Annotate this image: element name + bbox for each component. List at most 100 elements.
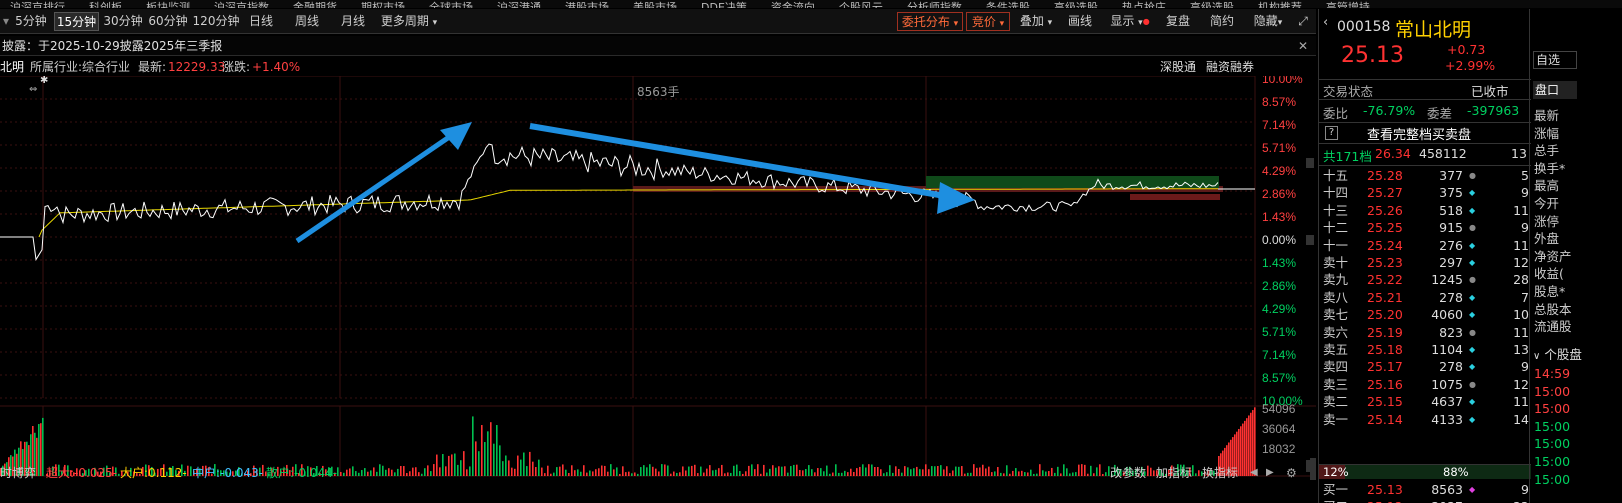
auction-label: 竞价 bbox=[971, 15, 996, 29]
overlay-button[interactable]: 叠加 ▾ bbox=[1014, 12, 1058, 31]
bid-price: 25.12 bbox=[1367, 498, 1403, 503]
top-menu-item[interactable]: 期权市场 bbox=[351, 2, 419, 8]
ask-volume: 823 bbox=[1439, 324, 1463, 340]
bid-volume: 3037 bbox=[1431, 498, 1463, 503]
change-params-button[interactable]: 改参数 bbox=[1110, 464, 1146, 482]
ask-row[interactable]: 卖四 25.17 278 ◆ 9 bbox=[1319, 358, 1529, 375]
period-30min[interactable]: 30分钟 bbox=[101, 12, 145, 31]
help-icon[interactable]: ? bbox=[1325, 126, 1338, 140]
ask-count: 10 bbox=[1513, 307, 1529, 323]
simple-button[interactable]: 简约 bbox=[1204, 12, 1240, 31]
ask-row[interactable]: 卖九 25.22 1245 ● 28 bbox=[1319, 271, 1529, 288]
top-menu-item[interactable]: 科创板 bbox=[79, 2, 136, 8]
price-line bbox=[0, 143, 1219, 261]
chevron-left-icon[interactable]: ◀ bbox=[1250, 464, 1258, 482]
chevron-left-icon[interactable]: ‹ bbox=[1323, 15, 1328, 30]
industry-value[interactable]: 综合行业 bbox=[82, 57, 130, 77]
ask-row[interactable]: 卖八 25.21 278 ◆ 7 bbox=[1319, 289, 1529, 306]
disclosure-bar: 披露：于2025-10-29披露2025年三季报 ✕ bbox=[0, 36, 1316, 56]
ask-volume: 278 bbox=[1439, 289, 1463, 305]
y-axis-label-down: 5.71% bbox=[1262, 325, 1296, 339]
hk-connect-link[interactable]: 深股通 bbox=[1160, 57, 1196, 77]
ask-marker-icon: ◆ bbox=[1469, 188, 1476, 198]
ask-row[interactable]: 十四 25.27 375 ◆ 9 bbox=[1319, 184, 1529, 201]
top-menu-item[interactable]: 分析师指数 bbox=[897, 2, 976, 8]
display-button[interactable]: 显示 ▾● bbox=[1104, 12, 1156, 31]
period-5min[interactable]: 5分钟 bbox=[12, 12, 50, 31]
ask-row[interactable]: 十二 25.25 915 ● 9 bbox=[1319, 219, 1529, 236]
top-menu-item[interactable]: 板块监测 bbox=[136, 2, 204, 8]
period-120min[interactable]: 120分钟 bbox=[191, 12, 241, 31]
ask-row[interactable]: 卖一 25.14 4133 ◆ 14 bbox=[1319, 411, 1529, 428]
top-menu-item[interactable]: 条件选股 bbox=[976, 2, 1044, 8]
order-distribution-button[interactable]: 委托分布 ▾ bbox=[897, 12, 963, 31]
close-icon[interactable]: ✕ bbox=[1298, 36, 1308, 56]
ask-volume: 278 bbox=[1439, 359, 1463, 375]
menu-caret-icon[interactable]: ▾ bbox=[2, 12, 10, 31]
top-menu-item[interactable]: 全球市场 bbox=[419, 2, 487, 8]
top-menu-item[interactable]: 高级选股 bbox=[1180, 2, 1248, 8]
disclosure-text[interactable]: 披露：于2025-10-29披露2025年三季报 bbox=[2, 39, 222, 53]
hide-button[interactable]: 隐藏▾ bbox=[1246, 12, 1290, 31]
top-menu-item[interactable]: 港股市场 bbox=[555, 2, 623, 8]
more-periods-button[interactable]: 更多周期 ▾ bbox=[376, 12, 442, 31]
stock-price: 25.13 bbox=[1341, 43, 1404, 68]
stock-short-name: 北明 bbox=[0, 60, 25, 74]
ask-count: 9 bbox=[1521, 220, 1529, 236]
scroll-mid-icon[interactable] bbox=[1306, 235, 1314, 245]
ask-row[interactable]: 卖七 25.20 4060 ◆ 10 bbox=[1319, 306, 1529, 323]
top-menu-item[interactable]: 金融期货 bbox=[283, 2, 351, 8]
top-menu-item[interactable]: 沪深港通 bbox=[487, 2, 555, 8]
ask-row[interactable]: 卖三 25.16 1075 ● 12 bbox=[1319, 376, 1529, 393]
ask-marker-icon: ◆ bbox=[1469, 397, 1476, 407]
notification-dot-icon: ● bbox=[1142, 17, 1150, 26]
y-axis-label-up: 0.00% bbox=[1262, 233, 1296, 247]
ask-row[interactable]: 卖十 25.23 297 ◆ 12 bbox=[1319, 254, 1529, 271]
ask-row[interactable]: 十三 25.26 518 ◆ 11 bbox=[1319, 202, 1529, 219]
scroll-up-icon[interactable] bbox=[1306, 158, 1314, 168]
intraday-chart[interactable]: ✱ ⇔ 8563手 10.00% 8.57% 7.14% 5.71% 4.29% 2.86… bbox=[0, 76, 1316, 503]
replay-button[interactable]: 复盘 bbox=[1160, 12, 1196, 31]
expand-icon[interactable]: ⤢ bbox=[1294, 12, 1312, 31]
margin-trading-link[interactable]: 融资融券 bbox=[1206, 57, 1254, 77]
top-menu-item[interactable]: 资金流向 bbox=[761, 2, 829, 8]
ask-level: 十四 bbox=[1323, 185, 1349, 201]
watchlist-tab[interactable]: 自选 bbox=[1533, 51, 1577, 69]
top-menu-item[interactable]: 高级选股 bbox=[1044, 2, 1112, 8]
top-menu-item[interactable]: 个股风云 bbox=[829, 2, 897, 8]
ask-row[interactable]: 十五 25.28 377 ● 5 bbox=[1319, 167, 1529, 184]
full-book-link[interactable]: 查看完整档买卖盘 bbox=[1367, 124, 1471, 143]
switch-indicator-button[interactable]: 换指标 bbox=[1202, 464, 1238, 482]
ask-row[interactable]: 卖五 25.18 1104 ◆ 13 bbox=[1319, 341, 1529, 358]
top-menu-item[interactable]: 美股市场 bbox=[623, 2, 691, 8]
bid-row[interactable]: 买二 25.12 3037 ◆ 22 bbox=[1319, 498, 1529, 503]
volume-axis-label: 36064 bbox=[1262, 422, 1296, 436]
collapse-handle[interactable] bbox=[1310, 458, 1316, 480]
period-daily[interactable]: 日线 bbox=[244, 12, 278, 31]
top-menu-item[interactable]: 沪深京排行 bbox=[0, 2, 79, 8]
top-menu-item[interactable]: 高管增持 bbox=[1316, 2, 1384, 8]
period-60min[interactable]: 60分钟 bbox=[146, 12, 190, 31]
ask-row[interactable]: 卖二 25.15 4637 ◆ 11 bbox=[1319, 393, 1529, 410]
ask-volume: 1104 bbox=[1431, 342, 1463, 357]
top-menu-item[interactable]: 沪深京指数 bbox=[204, 2, 283, 8]
period-15min[interactable]: 15分钟 bbox=[54, 12, 99, 31]
top-menu-item[interactable]: 热点抢庄 bbox=[1112, 2, 1180, 8]
period-weekly[interactable]: 周线 bbox=[290, 12, 324, 31]
draw-line-button[interactable]: 画线 bbox=[1062, 12, 1098, 31]
order-book-tab[interactable]: 盘口 bbox=[1533, 81, 1577, 99]
ask-row[interactable]: 卖六 25.19 823 ● 11 bbox=[1319, 324, 1529, 341]
top-menu-item[interactable]: DDE决策 bbox=[691, 2, 761, 8]
add-indicator-button[interactable]: 加指标 bbox=[1156, 464, 1192, 482]
chevron-right-icon[interactable]: ▶ bbox=[1266, 464, 1274, 482]
settings-icon[interactable]: ⚙ bbox=[1286, 464, 1297, 482]
top-menu-item[interactable]: 机构推荐 bbox=[1248, 2, 1316, 8]
tick-time: 15:00 bbox=[1534, 454, 1571, 469]
resize-handle-icon[interactable]: ⇔ bbox=[29, 84, 37, 95]
period-monthly[interactable]: 月线 bbox=[336, 12, 370, 31]
auction-button[interactable]: 竞价 ▾ bbox=[966, 12, 1010, 31]
ask-row[interactable]: 十一 25.24 276 ◆ 11 bbox=[1319, 237, 1529, 254]
change-value: +1.40% bbox=[252, 60, 301, 74]
ask-count: 12 bbox=[1513, 255, 1529, 270]
bid-row[interactable]: 买一 25.13 8563 ◆ 9 bbox=[1319, 481, 1529, 498]
